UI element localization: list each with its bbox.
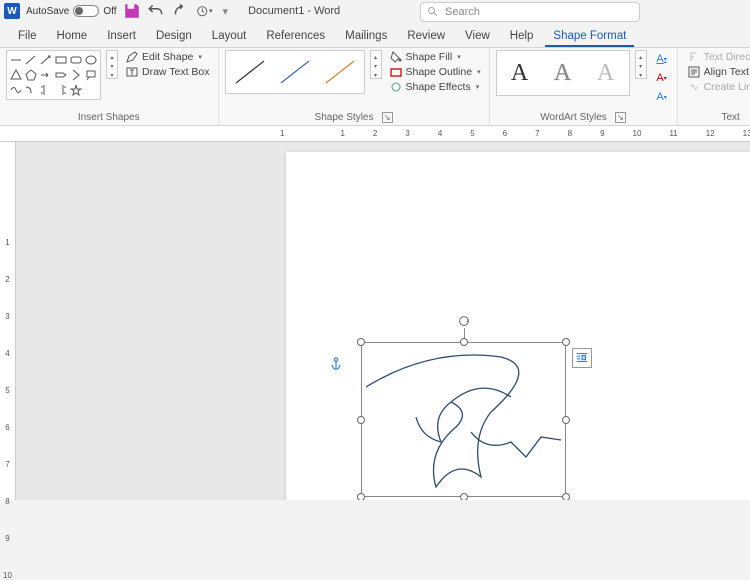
align-text-button[interactable]: Align Text▾ — [686, 65, 750, 79]
autosave-toggle[interactable]: AutoSave Off — [26, 5, 117, 17]
shapes-gallery-scroll[interactable]: ▴▾▾ — [106, 50, 118, 79]
tab-shape-format[interactable]: Shape Format — [545, 26, 634, 47]
workspace: 12345678910 — [0, 142, 750, 500]
tab-insert[interactable]: Insert — [99, 26, 144, 47]
selected-shape[interactable] — [361, 342, 566, 497]
toggle-switch-icon[interactable] — [73, 5, 99, 17]
ribbon-tabs: File Home Insert Design Layout Reference… — [0, 22, 750, 48]
document-canvas[interactable] — [16, 142, 750, 500]
create-link-button: Create Link — [686, 80, 750, 94]
document-title: Document1 - Word — [248, 5, 340, 17]
resize-handle-bl[interactable] — [357, 493, 365, 500]
text-effects-button[interactable]: A▾ — [653, 88, 671, 106]
horizontal-ruler[interactable]: 1123456789101112131415 — [0, 126, 750, 142]
edit-shape-button[interactable]: Edit Shape▾ — [124, 50, 212, 64]
tab-file[interactable]: File — [10, 26, 45, 47]
qat-overflow[interactable]: ▾ — [223, 5, 229, 18]
group-label-wordart[interactable]: WordArt Styles ↘ — [496, 111, 671, 125]
qat-more-button[interactable]: ▾ — [195, 2, 213, 20]
search-placeholder: Search — [445, 6, 480, 18]
resize-handle-tm[interactable] — [460, 338, 468, 346]
wordart-gallery[interactable]: A A A — [496, 50, 630, 96]
shape-styles-scroll[interactable]: ▴▾▾ — [370, 50, 382, 79]
rotation-handle[interactable] — [457, 314, 471, 328]
group-text: Text Direction▾ Align Text▾ Create Link … — [678, 48, 750, 125]
shape-styles-gallery[interactable] — [225, 50, 365, 94]
autosave-label: AutoSave — [26, 6, 69, 17]
draw-text-box-button[interactable]: Draw Text Box — [124, 65, 212, 79]
redo-button[interactable] — [171, 2, 189, 20]
undo-button[interactable] — [147, 2, 165, 20]
text-fill-button[interactable]: A▾ — [653, 50, 671, 68]
search-icon — [427, 6, 439, 18]
group-wordart-styles: A A A ▴▾▾ A▾ A▾ A▾ WordArt Styles ↘ — [490, 48, 678, 125]
layout-options-button[interactable] — [572, 348, 592, 368]
tab-layout[interactable]: Layout — [204, 26, 255, 47]
word-app-icon: W — [4, 3, 20, 19]
group-shape-styles: ▴▾▾ Shape Fill▾ Shape Outline▾ Shape Eff… — [219, 48, 490, 125]
tab-design[interactable]: Design — [148, 26, 200, 47]
shape-effects-button[interactable]: Shape Effects▾ — [388, 80, 483, 94]
anchor-icon[interactable] — [329, 357, 343, 374]
resize-handle-br[interactable] — [562, 493, 570, 500]
tab-references[interactable]: References — [258, 26, 333, 47]
resize-handle-bm[interactable] — [460, 493, 468, 500]
group-label-text: Text — [684, 111, 750, 125]
tab-home[interactable]: Home — [49, 26, 96, 47]
tab-view[interactable]: View — [457, 26, 498, 47]
shapes-gallery[interactable] — [6, 50, 101, 100]
resize-handle-tl[interactable] — [357, 338, 365, 346]
tab-mailings[interactable]: Mailings — [337, 26, 395, 47]
tab-review[interactable]: Review — [399, 26, 453, 47]
group-insert-shapes: ▴▾▾ Edit Shape▾ Draw Text Box Insert Sha… — [0, 48, 219, 125]
group-label-insert-shapes: Insert Shapes — [6, 111, 212, 125]
tab-help[interactable]: Help — [502, 26, 542, 47]
search-box[interactable]: Search — [420, 2, 640, 22]
resize-handle-ml[interactable] — [357, 416, 365, 424]
ribbon: ▴▾▾ Edit Shape▾ Draw Text Box Insert Sha… — [0, 48, 750, 126]
resize-handle-tr[interactable] — [562, 338, 570, 346]
vertical-ruler[interactable]: 12345678910 — [0, 142, 16, 500]
shape-fill-button[interactable]: Shape Fill▾ — [388, 50, 483, 64]
text-outline-button[interactable]: A▾ — [653, 69, 671, 87]
wordart-scroll[interactable]: ▴▾▾ — [635, 50, 647, 79]
shape-outline-button[interactable]: Shape Outline▾ — [388, 65, 483, 79]
autosave-state: Off — [103, 6, 116, 17]
resize-handle-mr[interactable] — [562, 416, 570, 424]
save-button[interactable] — [123, 2, 141, 20]
group-label-shape-styles[interactable]: Shape Styles ↘ — [225, 111, 483, 125]
text-direction-button: Text Direction▾ — [686, 50, 750, 64]
selection-outline — [361, 342, 566, 497]
